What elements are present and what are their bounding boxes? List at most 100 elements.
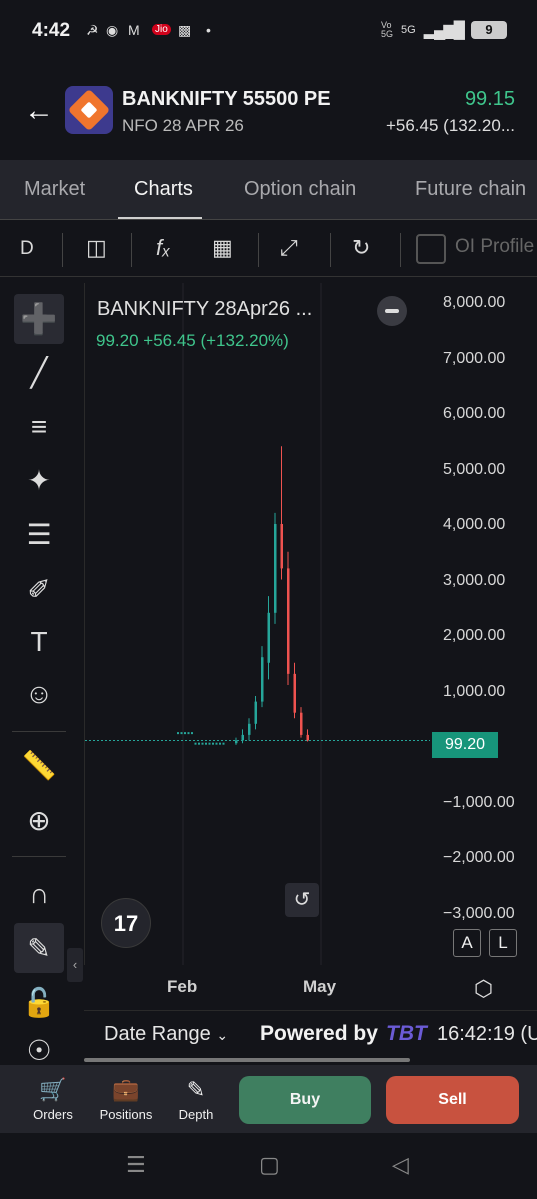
tab-market[interactable]: Market <box>24 178 85 201</box>
y-tick: 3,000.00 <box>443 572 506 589</box>
ruler-icon[interactable]: 📏 <box>20 746 58 784</box>
recent-apps-icon[interactable]: ☰ <box>126 1152 146 1178</box>
app-icon: ▩ <box>178 22 192 38</box>
oi-profile-label: OI Profile <box>455 236 535 257</box>
buy-button[interactable]: Buy <box>239 1076 371 1124</box>
tab-future-chain[interactable]: Future chain <box>415 178 526 201</box>
tab-bar: Market Charts Option chain Future chain <box>0 160 537 220</box>
refresh-icon[interactable]: ↻ <box>352 235 370 261</box>
zoom-in-icon[interactable]: ⊕ <box>20 801 58 839</box>
candle <box>254 701 257 724</box>
depth-label: Depth <box>178 1107 214 1122</box>
magnet-icon[interactable]: ∩ <box>20 875 58 913</box>
candle <box>222 742 225 745</box>
network-label: 5G <box>401 24 416 36</box>
instrument-expiry: NFO 28 APR 26 <box>122 116 244 135</box>
candle <box>201 742 204 745</box>
brush-icon[interactable]: ✐ <box>20 570 58 608</box>
candle <box>191 732 193 735</box>
status-bar: 4:42 ☭ ◉ M Jio ▩ • Vo 5G 5G ▂▄▆█ 9 <box>0 0 537 60</box>
positions-button[interactable]: 💼 Positions <box>96 1077 156 1122</box>
auto-scale-button[interactable]: A <box>453 929 481 957</box>
depth-button[interactable]: ✎ Depth <box>174 1077 218 1122</box>
tradingview-logo-icon[interactable]: 17 <box>101 898 151 948</box>
sell-button[interactable]: Sell <box>386 1076 519 1124</box>
pattern-icon[interactable]: ✦ <box>20 461 58 499</box>
oi-profile-checkbox[interactable] <box>416 234 446 264</box>
mail-icon: M <box>128 22 140 38</box>
orders-label: Orders <box>33 1107 73 1122</box>
candle <box>293 673 296 713</box>
layouts-icon[interactable]: ▦ <box>212 235 233 261</box>
fullscreen-icon[interactable]: ⤢ <box>280 235 298 261</box>
chevron-down-icon: ⌄ <box>216 1027 229 1043</box>
back-arrow-icon[interactable]: ← <box>24 94 54 128</box>
toolbar-divider <box>330 233 331 267</box>
jio-icon: Jio <box>152 24 171 35</box>
crosshair-icon[interactable]: ➕ <box>14 294 64 344</box>
briefcase-icon: 💼 <box>112 1077 140 1102</box>
facebook-icon: ◉ <box>106 22 119 38</box>
last-traded-price: 99.15 <box>464 88 515 110</box>
tbt-brand-logo: TBT <box>386 1022 427 1045</box>
dropper-icon: ✎ <box>186 1077 206 1102</box>
chart-settings-icon[interactable]: ⬡ <box>474 976 493 1002</box>
signal-icon: ▂▄▆█ <box>423 22 465 39</box>
candle <box>300 712 303 735</box>
candle <box>208 742 211 745</box>
candle <box>241 734 244 741</box>
projection-icon[interactable]: ☰ <box>20 515 58 553</box>
reset-chart-icon[interactable]: ↺ <box>285 883 319 917</box>
broker-logo <box>65 86 113 134</box>
candle <box>184 732 186 735</box>
text-tool-icon[interactable]: T <box>20 623 58 661</box>
candle <box>280 524 283 569</box>
y-tick: −3,000.00 <box>443 905 515 922</box>
toolbar-divider <box>400 233 401 267</box>
back-nav-icon[interactable]: ◁ <box>392 1152 409 1178</box>
status-time: 4:42 <box>32 20 71 41</box>
candle <box>248 723 251 735</box>
collapse-legend-button[interactable] <box>377 296 407 326</box>
trend-line-icon[interactable]: ╱ <box>20 353 58 391</box>
y-tick: 6,000.00 <box>443 405 506 422</box>
orders-button[interactable]: 🛒 Orders <box>30 1077 76 1122</box>
candle <box>198 742 200 745</box>
candle <box>180 732 183 735</box>
candle <box>274 524 277 613</box>
unlock-icon[interactable]: 🔓 <box>20 983 58 1021</box>
toolbar-divider <box>258 233 259 267</box>
candle <box>187 732 190 735</box>
candle <box>205 742 207 745</box>
active-tab-indicator <box>118 217 202 219</box>
candle <box>287 568 290 674</box>
tools-divider <box>12 856 66 857</box>
tools-divider <box>12 731 66 732</box>
horizontal-scrollbar[interactable] <box>84 1058 410 1062</box>
lock-drawing-icon[interactable]: ✎ <box>14 923 64 973</box>
person-icon: ☭ <box>86 22 99 38</box>
date-range-dropdown[interactable]: Date Range ⌄ <box>104 1023 228 1046</box>
instrument-symbol: BANKNIFTY 55500 PE <box>122 88 331 110</box>
y-tick: 4,000.00 <box>443 516 506 533</box>
candle <box>219 742 221 745</box>
x-tick: Feb <box>167 977 198 996</box>
interval-selector[interactable]: D <box>20 238 34 260</box>
tab-charts[interactable]: Charts <box>134 178 193 201</box>
candle <box>194 742 197 745</box>
instrument-header: ← BANKNIFTY 55500 PE NFO 28 APR 26 99.15… <box>0 60 537 160</box>
y-tick: −2,000.00 <box>443 849 515 866</box>
y-tick: 1,000.00 <box>443 683 506 700</box>
tab-option-chain[interactable]: Option chain <box>244 178 356 201</box>
log-scale-button[interactable]: L <box>489 929 517 957</box>
indicators-icon[interactable]: fₓ <box>156 235 171 261</box>
collapse-toolbar-icon[interactable]: ‹ <box>67 948 83 982</box>
candle <box>212 742 214 745</box>
emoji-icon[interactable]: ☺ <box>20 675 58 713</box>
fib-retracement-icon[interactable]: ≡ <box>20 408 58 446</box>
y-tick: 5,000.00 <box>443 461 506 478</box>
home-icon[interactable]: ▢ <box>259 1152 280 1178</box>
candle-type-icon[interactable]: ◫ <box>86 235 107 261</box>
eye-icon[interactable]: ☉ <box>20 1031 58 1069</box>
chart-price-summary: 99.20 +56.45 (+132.20%) <box>96 331 289 350</box>
